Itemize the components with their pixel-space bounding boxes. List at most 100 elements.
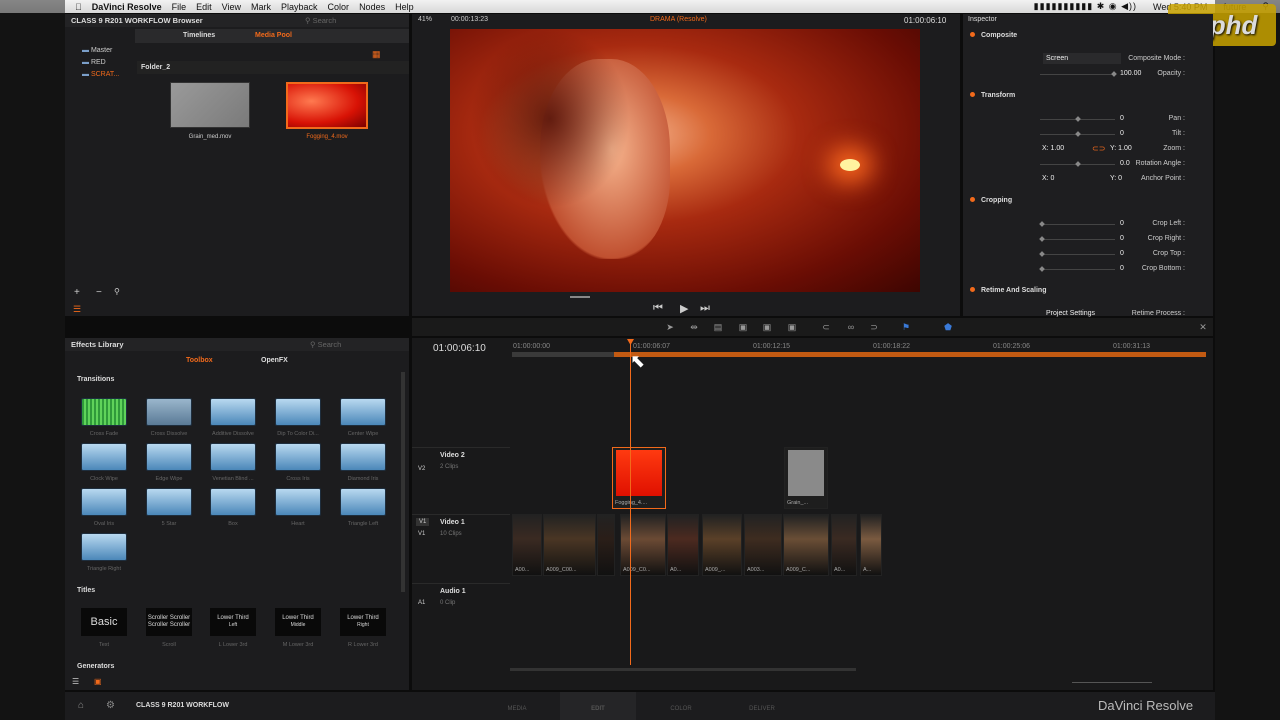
remove-bin-icon[interactable]: −	[96, 287, 102, 298]
viewer-zoom[interactable]: 41%	[418, 16, 432, 23]
rotation-slider[interactable]	[1040, 161, 1115, 167]
viewer-title[interactable]: DRAMA (Resolve)	[650, 16, 707, 23]
pan-value[interactable]: 0	[1120, 115, 1124, 122]
track-dest-v1[interactable]: V1	[416, 518, 430, 526]
title-preview-1[interactable]: Scroller Scroller Scroller Scroller	[146, 608, 192, 636]
clip-thumb-grain[interactable]	[170, 82, 250, 128]
transition-thumb-0[interactable]	[81, 398, 127, 426]
menu-help[interactable]: Help	[390, 2, 419, 12]
v2-clip-grain[interactable]: Grain_...	[784, 447, 828, 509]
menu-view[interactable]: View	[217, 2, 246, 12]
crop-bottom-slider[interactable]	[1039, 266, 1115, 272]
transition-thumb-7[interactable]	[210, 443, 256, 471]
transition-thumb-3[interactable]	[275, 398, 321, 426]
fullscreen-icon[interactable]: ✕	[1197, 322, 1209, 332]
opacity-value[interactable]: 100.00	[1120, 70, 1141, 77]
v1-clip-3[interactable]: A009_C0...	[620, 514, 666, 576]
list-view-icon[interactable]: ☰	[73, 304, 81, 315]
menu-mark[interactable]: Mark	[246, 2, 276, 12]
replace-icon[interactable]: ▣	[786, 322, 798, 332]
grid-view-icon[interactable]: ▦	[372, 49, 381, 60]
zoom-y-value[interactable]: Y: 1.00	[1110, 145, 1132, 152]
v1-clip-5[interactable]: A009_...	[702, 514, 742, 576]
blade-tool-icon[interactable]: ▤	[712, 322, 724, 332]
tilt-value[interactable]: 0	[1120, 130, 1124, 137]
v1-clip-8[interactable]: A0...	[831, 514, 857, 576]
zoom-link-icon[interactable]: ⊂⊃	[1092, 144, 1105, 153]
bin-scratch[interactable]: ▬ SCRAT...	[68, 71, 132, 83]
overwrite-icon[interactable]: ▣	[761, 322, 773, 332]
playhead[interactable]	[630, 340, 631, 665]
settings-icon[interactable]: ⚙	[106, 700, 115, 711]
next-clip-icon[interactable]: ⏭	[700, 302, 710, 315]
title-preview-3[interactable]: Lower Third Middle	[275, 608, 321, 636]
transition-thumb-14[interactable]	[340, 488, 386, 516]
selection-tool-icon[interactable]: ➤	[664, 322, 676, 332]
transition-thumb-10[interactable]	[81, 488, 127, 516]
menu-edit[interactable]: Edit	[191, 2, 217, 12]
v2-clip-fogging[interactable]: Fogging_4....	[612, 447, 666, 509]
tilt-slider[interactable]	[1040, 131, 1115, 137]
crop-bottom-value[interactable]: 0	[1120, 265, 1124, 272]
transition-thumb-15[interactable]	[81, 533, 127, 561]
transition-thumb-9[interactable]	[340, 443, 386, 471]
effects-scrollbar[interactable]	[401, 372, 405, 592]
loop-icon[interactable]: ⊃	[868, 322, 880, 332]
tab-openfx[interactable]: OpenFX	[261, 357, 288, 364]
tab-toolbox[interactable]: Toolbox	[186, 357, 213, 364]
crop-top-value[interactable]: 0	[1120, 250, 1124, 257]
title-preview-2[interactable]: Lower Third Left	[210, 608, 256, 636]
title-preview-4[interactable]: Lower Third Right	[340, 608, 386, 636]
home-icon[interactable]: ⌂	[78, 700, 84, 711]
v1-clip-1[interactable]: A009_C00...	[543, 514, 596, 576]
prev-clip-icon[interactable]: ⏮	[653, 302, 663, 315]
effects-list-icon[interactable]: ☰	[72, 677, 79, 686]
menu-file[interactable]: File	[167, 2, 192, 12]
timeline-zoom-slider[interactable]	[1072, 682, 1152, 683]
crop-right-slider[interactable]	[1039, 236, 1115, 242]
transition-thumb-5[interactable]	[81, 443, 127, 471]
composite-header[interactable]: Composite	[970, 32, 1017, 39]
crop-right-value[interactable]: 0	[1120, 235, 1124, 242]
bin-red[interactable]: ▬ RED	[68, 59, 132, 71]
add-bin-icon[interactable]: +	[74, 287, 80, 298]
transform-header[interactable]: Transform	[970, 92, 1015, 99]
pan-slider[interactable]	[1040, 116, 1115, 122]
transition-thumb-13[interactable]	[275, 488, 321, 516]
opacity-slider[interactable]	[1040, 71, 1117, 77]
transition-thumb-1[interactable]	[146, 398, 192, 426]
nav-deliver[interactable]: DELIVER	[742, 706, 782, 712]
trim-tool-icon[interactable]: ⇹	[688, 322, 700, 332]
flag-icon[interactable]: ⚑	[900, 322, 912, 332]
effects-search-input[interactable]: ⚲ Search	[310, 340, 341, 349]
nav-color[interactable]: COLOR	[661, 706, 701, 712]
title-preview-0[interactable]: Basic	[81, 608, 127, 636]
transition-thumb-12[interactable]	[210, 488, 256, 516]
toolbox-icon[interactable]: ▣	[94, 677, 102, 686]
retime-header[interactable]: Retime And Scaling	[970, 287, 1046, 294]
tab-media-pool[interactable]: Media Pool	[255, 32, 292, 39]
media-search-input[interactable]: ⚲ Search	[305, 16, 336, 25]
app-menu[interactable]: DaVinci Resolve	[87, 2, 167, 12]
menu-playback[interactable]: Playback	[276, 2, 323, 12]
v1-clip-6[interactable]: A003...	[744, 514, 782, 576]
transition-thumb-11[interactable]	[146, 488, 192, 516]
transition-thumb-6[interactable]	[146, 443, 192, 471]
crop-left-slider[interactable]	[1039, 221, 1115, 227]
zoom-x-value[interactable]: X: 1.00	[1042, 145, 1064, 152]
play-icon[interactable]: ▶	[680, 302, 688, 315]
anchor-y-value[interactable]: Y: 0	[1110, 175, 1122, 182]
nav-media[interactable]: MEDIA	[497, 706, 537, 712]
v1-clip-4[interactable]: A0...	[667, 514, 699, 576]
v1-clip-0[interactable]: A00...	[512, 514, 542, 576]
v1-clip-7[interactable]: A009_C...	[783, 514, 829, 576]
anchor-x-value[interactable]: X: 0	[1042, 175, 1054, 182]
nav-edit[interactable]: EDIT	[578, 706, 618, 712]
link-icon[interactable]: ∞	[845, 322, 857, 332]
rotation-value[interactable]: 0.0	[1120, 160, 1130, 167]
crop-left-value[interactable]: 0	[1120, 220, 1124, 227]
menu-nodes[interactable]: Nodes	[354, 2, 390, 12]
transition-thumb-8[interactable]	[275, 443, 321, 471]
crop-top-slider[interactable]	[1039, 251, 1115, 257]
viewer-jog[interactable]	[570, 296, 590, 298]
